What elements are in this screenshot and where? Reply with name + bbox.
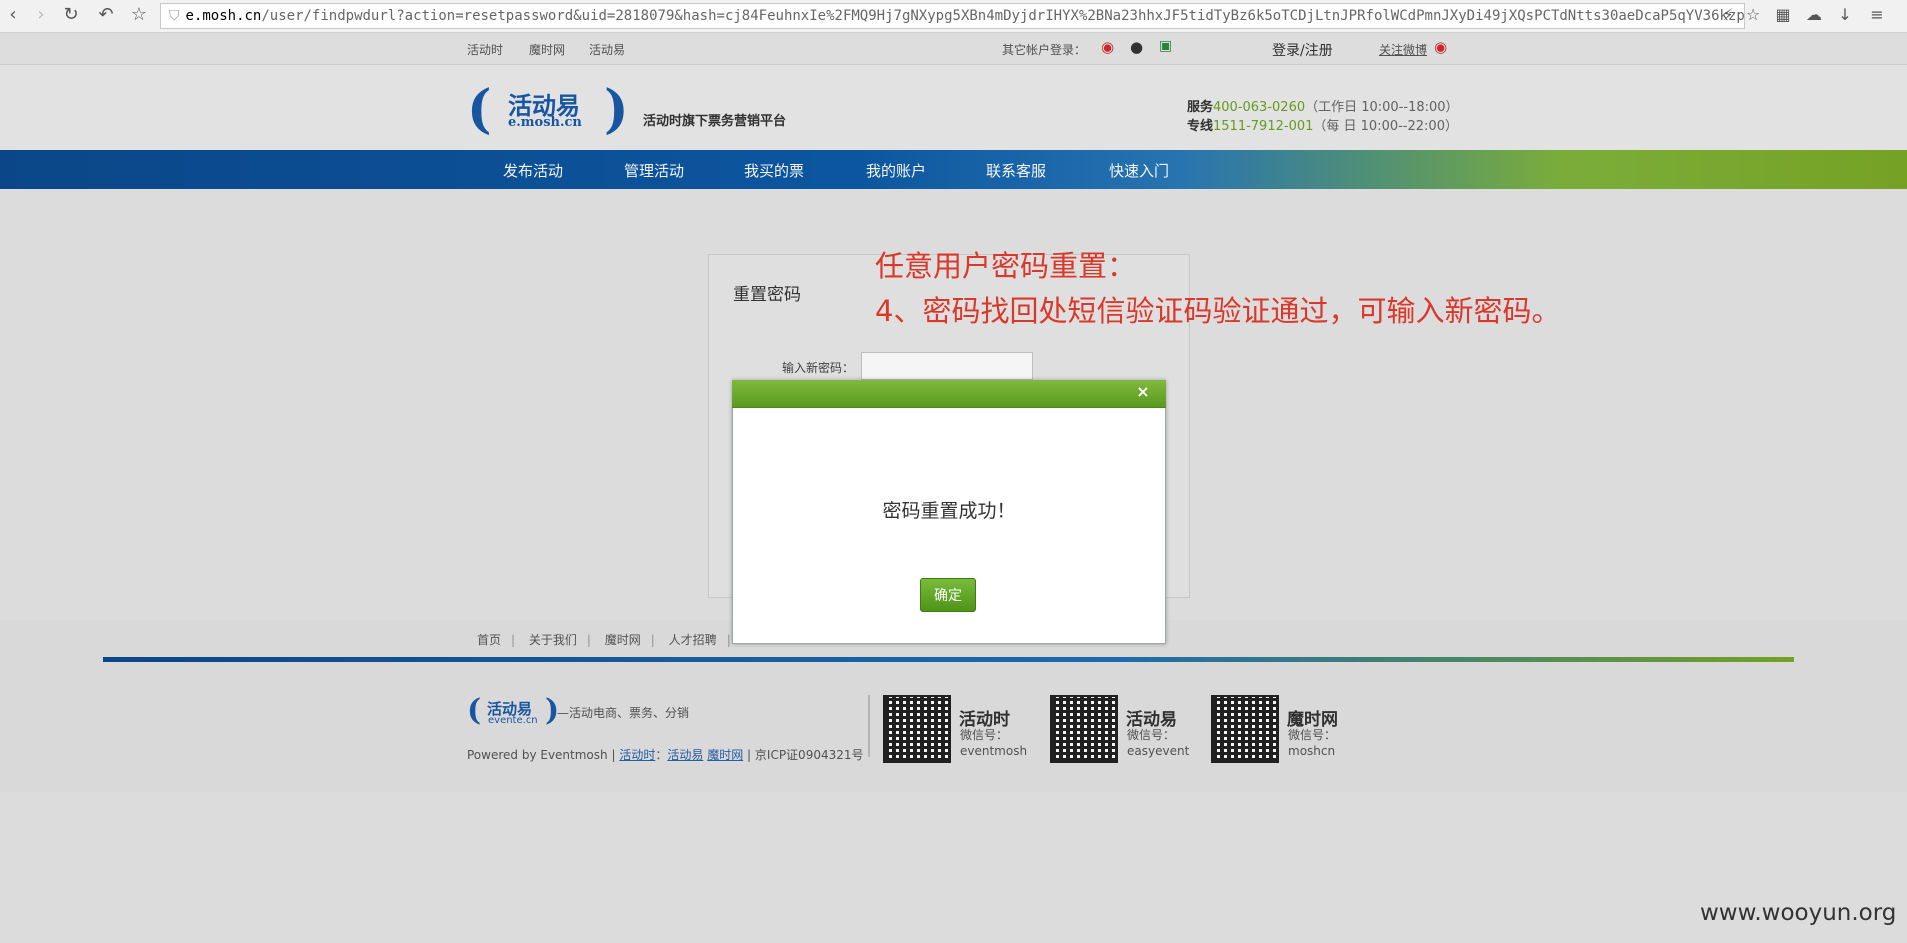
- download-icon[interactable]: ↓: [1834, 4, 1856, 26]
- dialog-close-icon[interactable]: ×: [1133, 381, 1153, 403]
- menu-icon[interactable]: ≡: [1866, 4, 1888, 26]
- dialog-header: [732, 380, 1166, 408]
- bolt-icon[interactable]: ⚡: [1717, 4, 1739, 26]
- apps-grid-icon[interactable]: ▦: [1772, 4, 1794, 26]
- shield-icon: ⛉: [169, 8, 180, 24]
- undo-icon[interactable]: ↶: [95, 4, 117, 26]
- bookmark-star-icon[interactable]: ☆: [128, 4, 150, 26]
- address-bar[interactable]: ⛉ e.mosh.cn/user/findpwdurl?action=resetp…: [160, 3, 1745, 29]
- cloud-icon[interactable]: ☁: [1803, 4, 1825, 26]
- watermark: www.wooyun.org: [1700, 900, 1897, 926]
- forward-icon[interactable]: ›: [30, 4, 52, 26]
- back-icon[interactable]: ‹: [2, 4, 24, 26]
- dialog-message: 密码重置成功！: [882, 500, 1016, 522]
- url-path: /user/findpwdurl?action=resetpassword&ui…: [261, 8, 1745, 24]
- favorite-star-icon[interactable]: ☆: [1742, 4, 1764, 26]
- url-host: e.mosh.cn: [185, 8, 262, 24]
- dialog-ok-button[interactable]: 确定: [920, 578, 976, 612]
- reload-icon[interactable]: ↻: [60, 4, 82, 26]
